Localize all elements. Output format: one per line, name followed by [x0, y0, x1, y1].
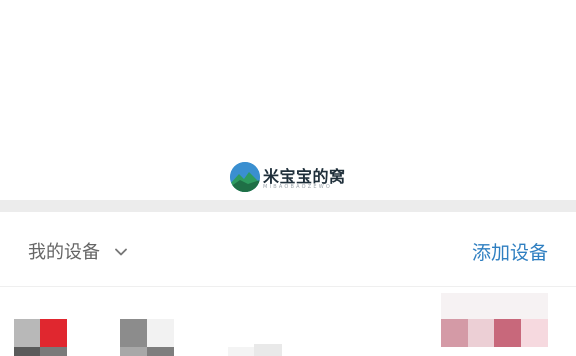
device-list	[0, 287, 576, 356]
watermark-subtitle: MIBAOBAOZEWO	[263, 184, 333, 190]
watermark: 米宝宝的窝 MIBAOBAOZEWO	[230, 162, 360, 194]
section-separator	[0, 200, 576, 212]
chevron-down-icon	[114, 244, 128, 258]
add-device-button[interactable]: 添加设备	[472, 236, 548, 266]
device-selector-label: 我的设备	[28, 242, 100, 263]
mountain-logo-icon	[230, 162, 260, 192]
device-selector-dropdown[interactable]: 我的设备	[28, 236, 128, 266]
device-header: 我的设备 添加设备	[0, 212, 576, 287]
